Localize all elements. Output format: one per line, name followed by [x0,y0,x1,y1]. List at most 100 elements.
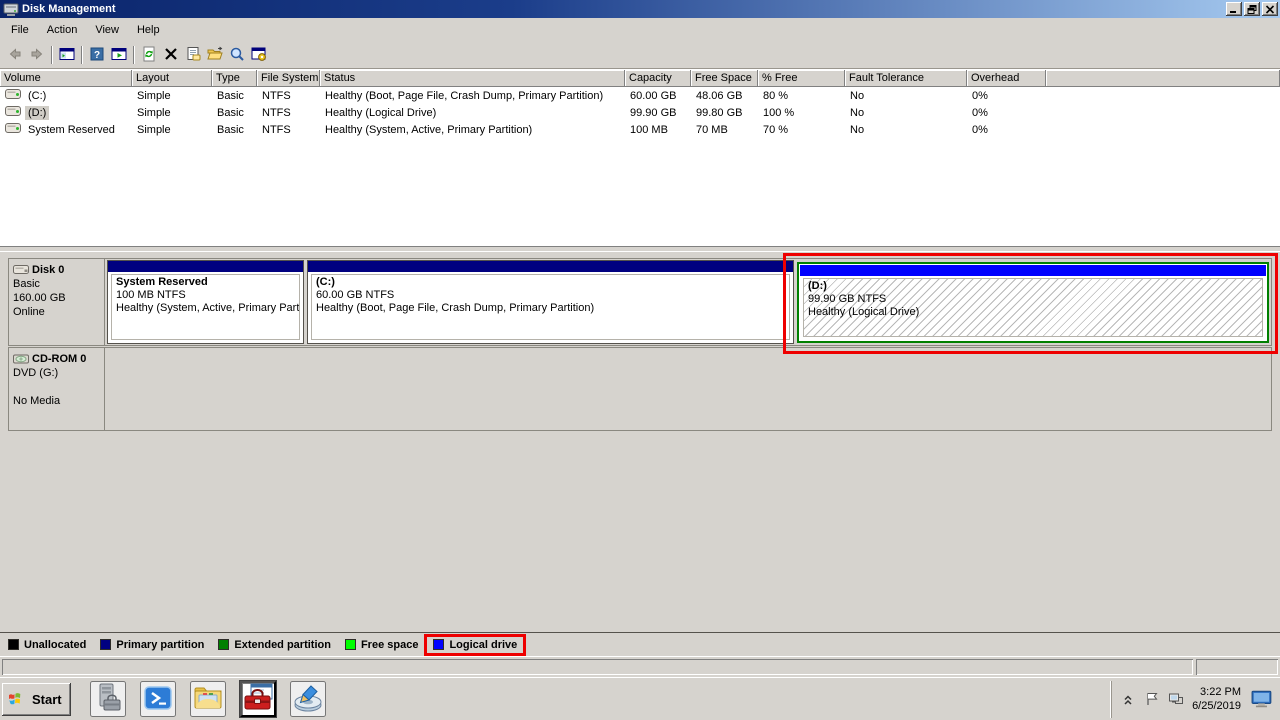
toolbar-separator [133,46,135,64]
partition-systemreserved[interactable]: System Reserved100 MB NTFSHealthy (Syste… [107,260,304,344]
toolbar-show-action-pane-button[interactable] [108,44,130,66]
cdrom-0-row: CD-ROM 0 DVD (G:) No Media [8,347,1272,431]
graphical-view-pane: Disk 0 Basic 160.00 GB Online System Res… [0,251,1280,632]
chevron-up-icon[interactable] [1120,691,1136,707]
menu-file[interactable]: File [2,21,38,39]
windows-logo-icon [7,690,27,708]
toolbar-forward-button[interactable] [26,44,48,66]
disk-icon [13,264,30,276]
legend-item-extended-partition: Extended partition [218,639,331,651]
partition-name: (D:) [808,280,1258,293]
volume-name: (D:) [25,106,49,120]
annotation-box-logical-drive: Logical drive [424,634,526,656]
toolbar-properties-button[interactable] [182,44,204,66]
taskbar-toolbox-button[interactable] [240,681,276,717]
flag-icon[interactable] [1144,691,1160,707]
partition-color-bar [308,261,793,272]
volume-icon [5,123,21,136]
cell-volume: (C:) [0,89,132,103]
legend-label: Primary partition [116,639,204,651]
taskbar-server-manager-button[interactable] [90,681,126,717]
disk-0-title: Disk 0 [13,263,100,277]
volume-name: (C:) [25,89,49,103]
volume-row[interactable]: (D:)SimpleBasicNTFSHealthy (Logical Driv… [0,104,1280,121]
cell-volume: System Reserved [0,123,132,137]
cell-fault_tolerance: No [845,107,967,119]
cell-free_space: 70 MB [691,124,758,136]
menu-action[interactable]: Action [38,21,87,39]
toolbar-open-button[interactable] [204,44,226,66]
toolbar-refresh-button[interactable] [138,44,160,66]
partition-d[interactable]: (D:)99.90 GB NTFSHealthy (Logical Drive) [797,262,1269,343]
cell-type: Basic [212,90,257,102]
partition-size: 100 MB NTFS [116,289,295,302]
column-header-file-system[interactable]: File System [257,70,320,87]
toolbar-delete-button[interactable] [160,44,182,66]
menu-bar: FileActionViewHelp [0,18,1280,42]
menu-help[interactable]: Help [128,21,169,39]
column-header-type[interactable]: Type [212,70,257,87]
partition-color-bar [108,261,303,272]
title-bar[interactable]: Disk Management [0,0,1280,18]
help-icon: ? [89,46,105,65]
cell-pct_free: 100 % [758,107,845,119]
column-header-overhead[interactable]: Overhead [967,70,1046,87]
legend-label: Free space [361,639,418,651]
column-header-capacity[interactable]: Capacity [625,70,691,87]
column-header-volume[interactable]: Volume [0,70,132,87]
cdrom-icon [13,353,30,365]
taskbar-disk-tools-button[interactable] [290,681,326,717]
delete-icon [163,46,179,65]
network-icon[interactable] [1168,691,1184,707]
cell-free_space: 99.80 GB [691,107,758,119]
toolbar-show-console-tree-button[interactable] [56,44,78,66]
show-desktop-icon[interactable] [1251,690,1273,708]
toolbar-back-button[interactable] [4,44,26,66]
cell-pct_free: 80 % [758,90,845,102]
taskbar-powershell-button[interactable] [140,681,176,717]
column-header-free-space[interactable]: Free Space [691,70,758,87]
toolbar-help-button[interactable]: ? [86,44,108,66]
volume-icon [5,106,21,119]
cell-fault_tolerance: No [845,124,967,136]
partition-c[interactable]: (C:)60.00 GB NTFSHealthy (Boot, Page Fil… [307,260,794,344]
partition-body: (D:)99.90 GB NTFSHealthy (Logical Drive) [803,278,1263,337]
restore-button[interactable] [1244,2,1260,16]
column-header-fault-tolerance[interactable]: Fault Tolerance [845,70,967,87]
disk-0-info[interactable]: Disk 0 Basic 160.00 GB Online [9,259,105,345]
taskbar-clock[interactable]: 3:22 PM 6/25/2019 [1192,685,1241,713]
disk-0-status: Online [13,305,100,319]
start-button[interactable]: Start [2,683,71,716]
cell-status: Healthy (Boot, Page File, Crash Dump, Pr… [320,90,625,102]
cell-capacity: 60.00 GB [625,90,691,102]
toolbar: ? [0,42,1280,69]
cdrom-0-info[interactable]: CD-ROM 0 DVD (G:) No Media [9,348,105,430]
toolbar-manage-button[interactable] [248,44,270,66]
toolbar-separator [81,46,83,64]
disk-0-partitions: System Reserved100 MB NTFSHealthy (Syste… [105,259,1271,345]
menu-view[interactable]: View [86,21,128,39]
close-button[interactable] [1262,2,1278,16]
toolbar-zoom-button[interactable] [226,44,248,66]
toolbox-icon [242,682,274,717]
volume-row[interactable]: (C:)SimpleBasicNTFSHealthy (Boot, Page F… [0,87,1280,104]
disk-0-size: 160.00 GB [13,291,100,305]
cdrom-0-type: DVD (G:) [13,366,100,380]
cell-capacity: 100 MB [625,124,691,136]
open-icon [207,46,223,65]
zoom-icon [229,46,245,65]
manage-icon [251,46,267,65]
minimize-button[interactable] [1226,2,1242,16]
taskbar-file-explorer-button[interactable] [190,681,226,717]
disk-tools-icon [292,682,324,717]
column-header-status[interactable]: Status [320,70,625,87]
legend-swatch [8,639,19,650]
column-header-layout[interactable]: Layout [132,70,212,87]
volume-name: System Reserved [25,123,118,137]
column-header--free[interactable]: % Free [758,70,845,87]
partition-name: System Reserved [116,276,295,289]
cell-layout: Simple [132,90,212,102]
volume-row[interactable]: System ReservedSimpleBasicNTFSHealthy (S… [0,121,1280,138]
cell-type: Basic [212,124,257,136]
cdrom-0-title: CD-ROM 0 [13,352,100,366]
